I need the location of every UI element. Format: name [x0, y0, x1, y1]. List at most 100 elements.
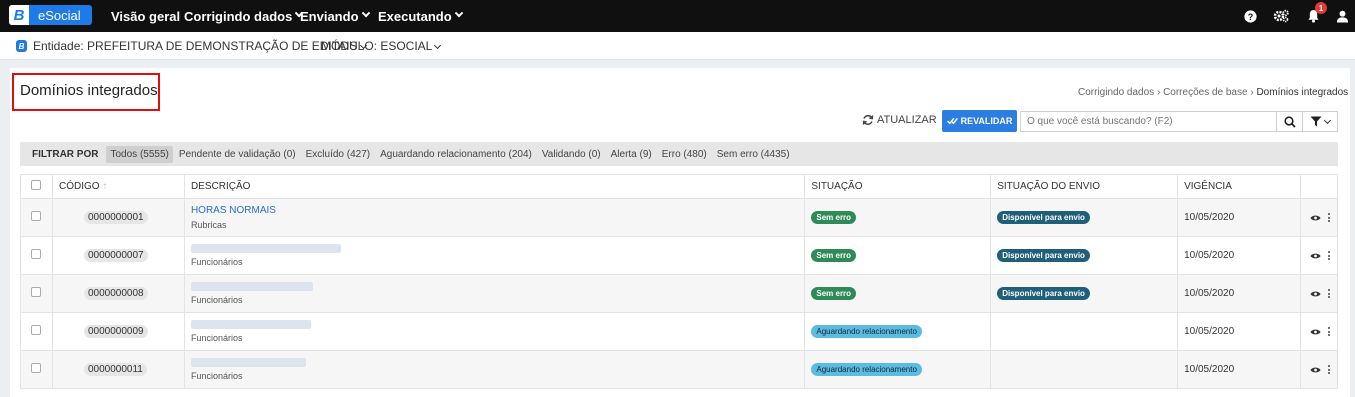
app-logo[interactable]: B eSocial: [9, 5, 92, 25]
chevron-down-icon: [361, 8, 370, 18]
row-checkbox[interactable]: [31, 249, 41, 259]
filter-chip-validando[interactable]: Validando (0): [538, 146, 605, 163]
actions-cell: [1299, 350, 1339, 389]
select-all-checkbox[interactable]: [31, 180, 41, 190]
more-options-icon[interactable]: [1327, 289, 1330, 298]
code-badge: 0000000001: [83, 211, 148, 224]
status-cell: Aguardando relacionamento: [804, 350, 992, 389]
search-icon: [1283, 115, 1296, 128]
top-navbar: B eSocial Visão geral Corrigindo dados E…: [0, 0, 1355, 32]
user-icon[interactable]: [1334, 8, 1350, 24]
code-badge: 0000000011: [83, 363, 147, 376]
description-type: Rubricas: [190, 220, 227, 230]
filter-label: FILTRAR POR: [32, 148, 99, 160]
advanced-filter-button[interactable]: [1302, 111, 1338, 132]
row-checkbox[interactable]: [31, 325, 41, 335]
filter-chip-pendente[interactable]: Pendente de validação (0): [175, 146, 300, 163]
code-badge: 0000000008: [83, 287, 148, 300]
nav-visao-geral[interactable]: Visão geral: [111, 0, 180, 32]
table-row[interactable]: 0000000009 Funcionários Aguardando relac…: [20, 312, 1339, 351]
entity-selector[interactable]: Entidade: PREFEITURA DE DEMONSTRAÇÃO DE …: [33, 39, 367, 53]
revalidate-button[interactable]: REVALIDAR: [942, 110, 1017, 132]
breadcrumb-item[interactable]: Corrigindo dados: [1078, 87, 1154, 98]
more-options-icon[interactable]: [1327, 251, 1330, 260]
filter-chip-alerta[interactable]: Alerta (9): [607, 146, 656, 163]
revalidate-label: REVALIDAR: [960, 116, 1013, 126]
refresh-label: ATUALIZAR: [877, 114, 937, 126]
status-badge: Aguardando relacionamento: [811, 325, 922, 338]
more-options-icon[interactable]: [1327, 213, 1330, 222]
redacted-description: [190, 282, 313, 291]
table-row[interactable]: 0000000011 Funcionários Aguardando relac…: [20, 350, 1339, 389]
send-status-badge: Disponível para envio: [997, 249, 1090, 262]
status-badge: Aguardando relacionamento: [811, 363, 922, 376]
page-title: Domínios integrados: [20, 82, 158, 99]
filter-bar: FILTRAR POR Todos (5555) Pendente de val…: [20, 142, 1338, 166]
column-label: SITUAÇÃO DO ENVIO: [997, 181, 1101, 192]
column-header-code[interactable]: CÓDIGO ↑: [51, 174, 185, 199]
column-header-status: SITUAÇÃO: [804, 174, 992, 199]
description-link[interactable]: HORAS NORMAIS: [191, 205, 804, 216]
column-label: CÓDIGO: [58, 181, 100, 192]
description-cell: Funcionários: [183, 236, 806, 275]
status-cell: Sem erro: [804, 236, 992, 275]
table-row[interactable]: 0000000008 Funcionários Sem erro Disponí…: [20, 274, 1339, 313]
send-status-badge: Disponível para envio: [997, 211, 1090, 224]
filter-chip-todos[interactable]: Todos (5555): [106, 145, 173, 163]
send-status-cell: [990, 312, 1179, 351]
nav-label: Enviando: [300, 8, 359, 24]
column-label: DESCRIÇÃO: [190, 181, 251, 192]
filter-chip-erro[interactable]: Erro (480): [658, 146, 711, 163]
description-type: Funcionários: [190, 295, 243, 305]
code-cell: 0000000011: [51, 350, 185, 389]
module-selector[interactable]: MÓDULO: ESOCIAL: [321, 39, 442, 53]
nav-enviando[interactable]: Enviando: [300, 0, 370, 32]
row-checkbox[interactable]: [31, 363, 41, 373]
status-cell: Aguardando relacionamento: [804, 312, 992, 351]
description-cell: Funcionários: [183, 312, 806, 351]
redacted-description: [190, 358, 306, 367]
validity-cell: 10/05/2020: [1177, 312, 1301, 351]
validity-cell: 10/05/2020: [1177, 236, 1301, 275]
row-checkbox[interactable]: [31, 211, 41, 221]
logo-name: eSocial: [38, 7, 81, 23]
redacted-description: [190, 244, 341, 253]
eye-icon[interactable]: [1310, 252, 1321, 260]
more-options-icon[interactable]: [1327, 327, 1330, 336]
eye-icon[interactable]: [1310, 366, 1321, 374]
nav-executando[interactable]: Executando: [378, 0, 463, 32]
description-type: Funcionários: [190, 371, 243, 381]
more-options-icon[interactable]: [1327, 365, 1330, 374]
actions-cell: [1299, 274, 1339, 313]
filter-chip-excluido[interactable]: Excluído (427): [302, 146, 374, 163]
eye-icon[interactable]: [1310, 328, 1321, 336]
row-select-cell: [20, 312, 53, 351]
description-type: Funcionários: [190, 333, 243, 343]
chevron-down-icon: [434, 41, 442, 50]
sort-arrow-up-icon: ↑: [102, 181, 108, 192]
filter-chip-aguardando[interactable]: Aguardando relacionamento (204): [376, 146, 536, 163]
breadcrumb-item[interactable]: Correções de base: [1163, 87, 1248, 98]
code-cell: 0000000008: [51, 274, 185, 313]
breadcrumb: Corrigindo dados › Correções de base › D…: [1078, 87, 1348, 98]
help-icon[interactable]: ?: [1242, 8, 1258, 24]
nav-label: Corrigindo dados: [184, 8, 293, 24]
filter-chip-sem-erro[interactable]: Sem erro (4435): [713, 146, 794, 163]
table-row[interactable]: 0000000001 HORAS NORMAIS Rubricas Sem err…: [20, 198, 1339, 237]
search-input[interactable]: [1020, 111, 1277, 132]
nav-corrigindo-dados[interactable]: Corrigindo dados: [184, 0, 304, 32]
validity-cell: 10/05/2020: [1177, 350, 1301, 389]
eye-icon[interactable]: [1310, 214, 1321, 222]
row-select-cell: [20, 350, 53, 389]
send-status-badge: Disponível para envio: [997, 287, 1090, 300]
chevron-down-icon: [454, 8, 463, 18]
refresh-button[interactable]: ATUALIZAR: [862, 114, 937, 126]
eye-icon[interactable]: [1310, 290, 1321, 298]
row-checkbox[interactable]: [31, 287, 41, 297]
search-button[interactable]: [1276, 111, 1303, 132]
actions-cell: [1299, 198, 1339, 237]
gears-icon[interactable]: [1273, 8, 1289, 24]
description-cell: Funcionários: [183, 274, 806, 313]
send-status-cell: Disponível para envio: [990, 236, 1179, 275]
table-row[interactable]: 0000000007 Funcionários Sem erro Disponí…: [20, 236, 1339, 275]
